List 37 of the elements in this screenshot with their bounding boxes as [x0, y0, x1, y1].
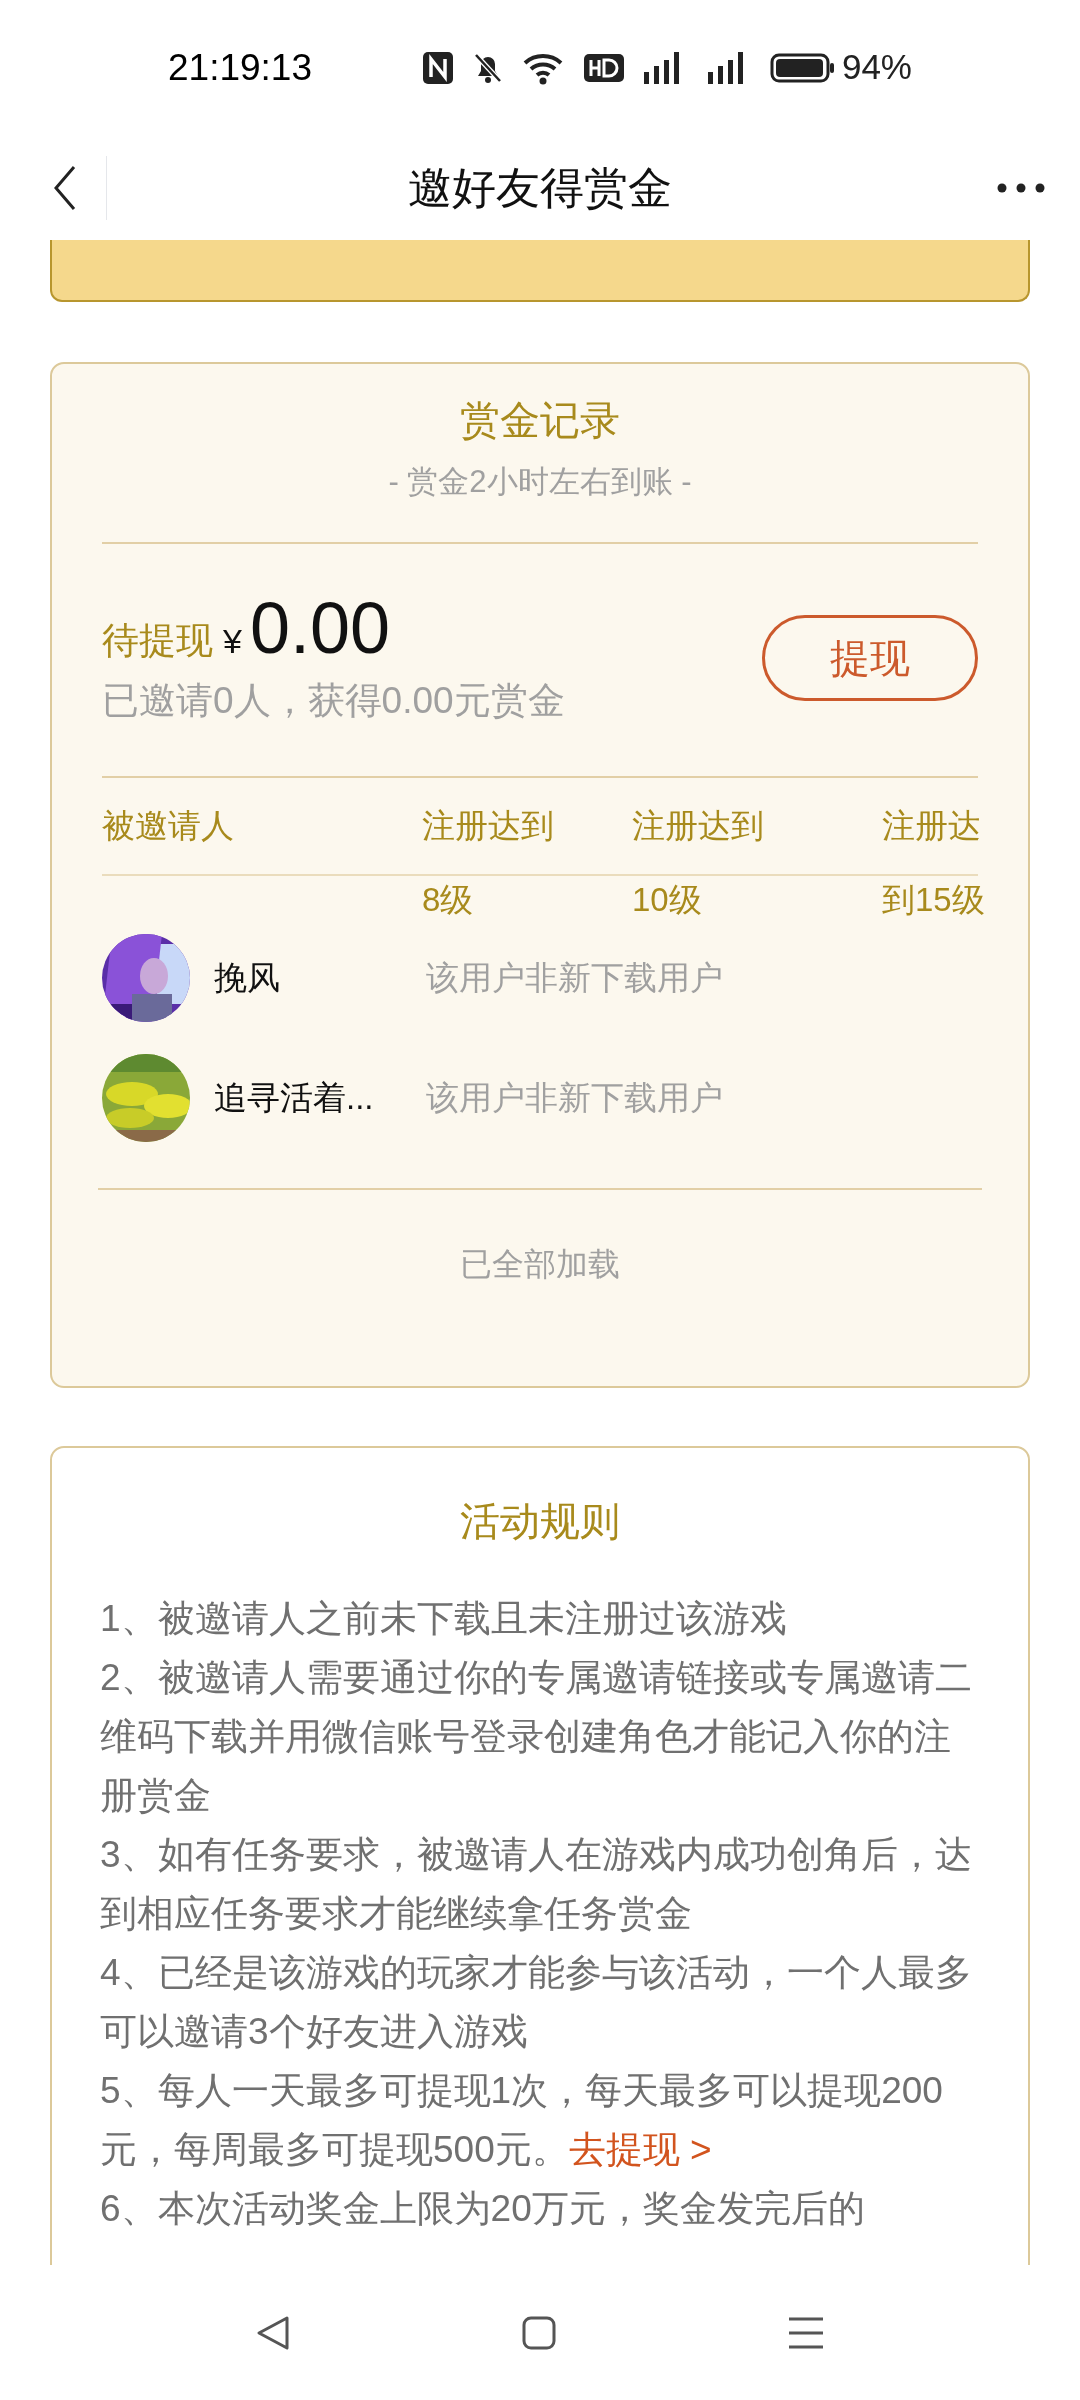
status-time: 21:19:13: [168, 45, 313, 90]
invitee-status: 该用户非新下载用户: [426, 1078, 723, 1119]
rule-text: 3、如有任务要求，被邀请人在游戏内成功创角后，达到相应任务要求才能继续拿任务赏金: [100, 1833, 973, 1936]
back-nav-icon[interactable]: [255, 2314, 291, 2351]
rule-text: 1、被邀请人之前未下载且未注册过该游戏: [100, 1597, 788, 1641]
home-nav-icon[interactable]: [521, 2314, 557, 2351]
pending-label: 待提现: [102, 619, 213, 663]
column-header: 注册达: [882, 807, 981, 845]
column-header: 被邀请人: [102, 807, 234, 845]
more-icon: [997, 182, 1045, 193]
withdraw-button[interactable]: 提现: [762, 615, 978, 701]
battery-icon: [769, 52, 836, 83]
rules-title: 活动规则: [459, 1498, 621, 1545]
invitee-name: 挽风: [214, 958, 281, 999]
page-title: 邀好友得赏金: [408, 161, 672, 214]
rule-text: 4、已经是该游戏的玩家才能参与该活动，一个人最多可以邀请3个好友进入游戏: [100, 1951, 973, 2054]
card-title: 赏金记录: [459, 397, 621, 444]
invitee-status: 该用户非新下载用户: [426, 958, 723, 999]
nfc-icon: [421, 50, 454, 85]
rule-text: 6、本次活动奖金上限为20万元，奖金发完后的: [100, 2187, 866, 2231]
rule-text: 5、每人一天最多可提现1次，每天最多可以提现200元，每周最多可提现500元。去提现 >: [100, 2069, 944, 2172]
column-header: 到15级: [882, 880, 985, 921]
column-header: 8级: [422, 880, 474, 921]
invite-summary: 已邀请0人，获得0.00元赏金: [102, 678, 565, 723]
hd-icon: [583, 53, 624, 82]
currency-symbol: ¥: [223, 621, 242, 662]
battery-percent: 94%: [841, 46, 912, 89]
card-subtitle: - 赏金2小时左右到账 -: [387, 463, 693, 501]
column-header: 注册达到: [632, 807, 764, 845]
all-loaded-text: 已全部加载: [459, 1245, 621, 1284]
rule-text: 2、被邀请人需要通过你的专属邀请链接或专属邀请二维码下载并用微信账号登录创建角色才能记入你的注册赏金: [100, 1656, 973, 1818]
invitee-name: 追寻活着...: [214, 1078, 375, 1119]
withdraw-link[interactable]: 去提现 >: [568, 2129, 712, 2170]
back-icon: [53, 164, 77, 211]
pending-amount: 0.00: [249, 588, 391, 668]
column-header: 注册达到: [422, 807, 554, 845]
column-header: 10级: [632, 880, 702, 921]
